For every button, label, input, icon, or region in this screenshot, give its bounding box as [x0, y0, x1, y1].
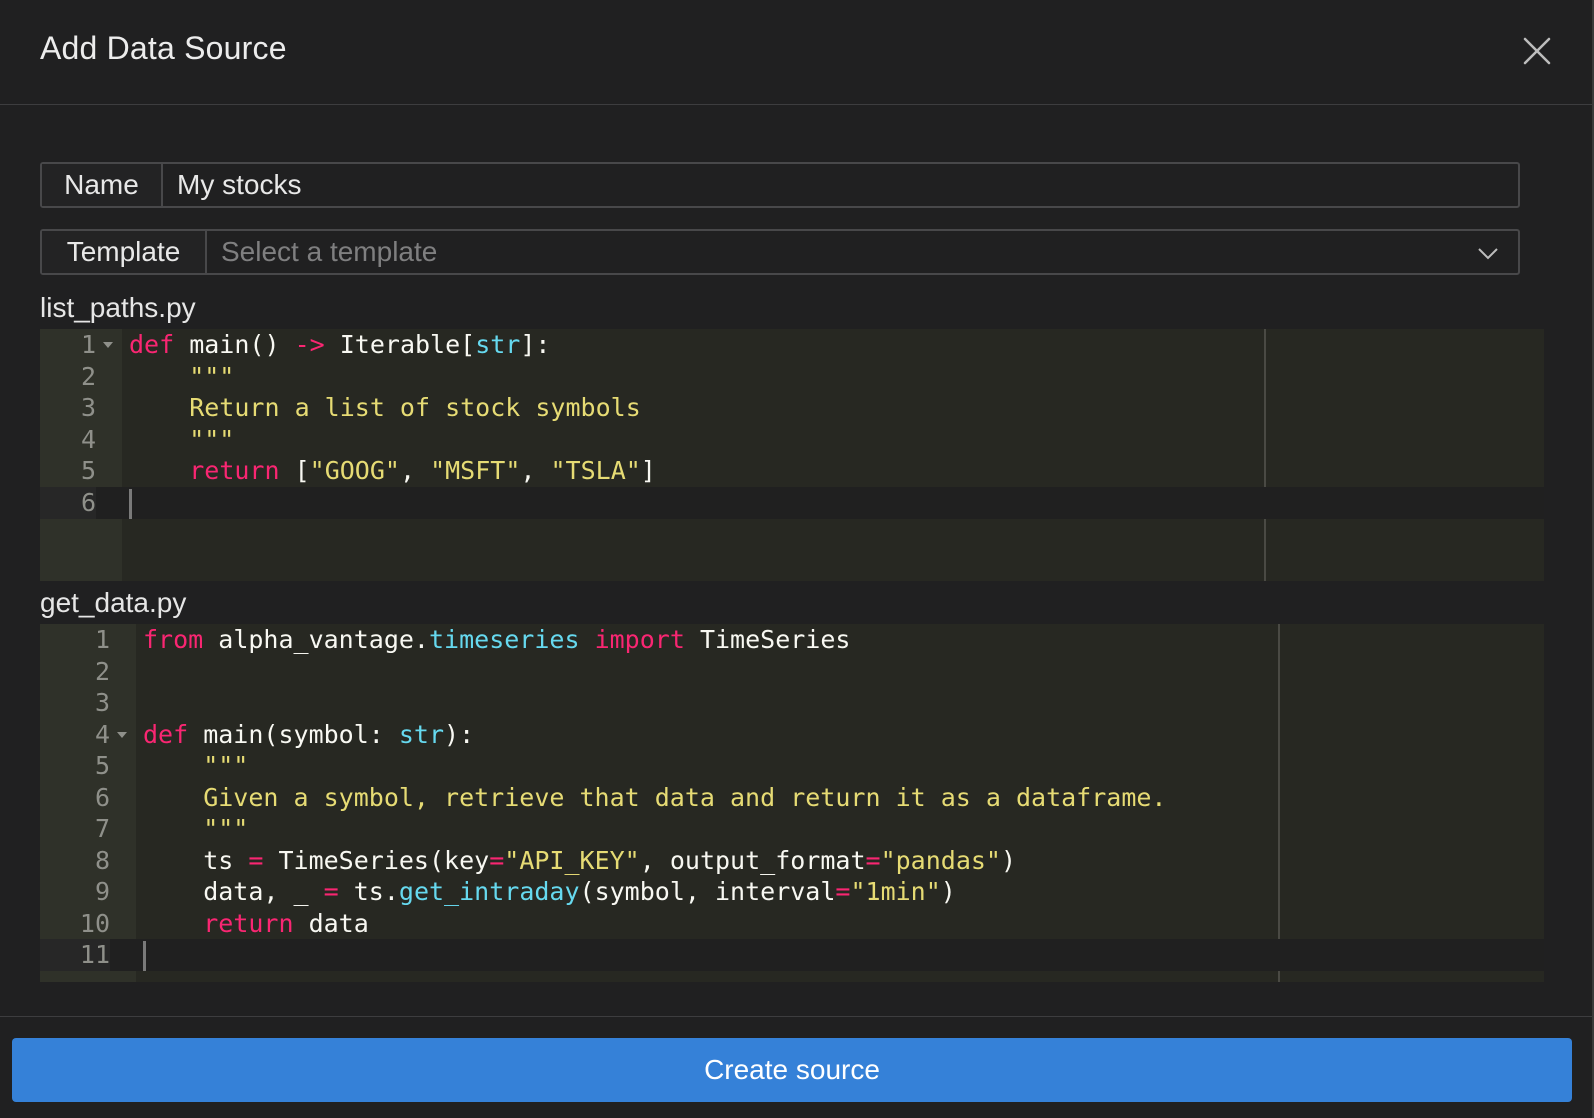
code-line: 2 [40, 656, 1544, 688]
code-line: 5 return ["GOOG", "MSFT", "TSLA"] [40, 455, 1544, 487]
name-input[interactable] [163, 164, 1518, 206]
code-line-active: 11 [40, 939, 1544, 971]
list-paths-filename: list_paths.py [40, 292, 196, 323]
code-line: 10 return data [40, 908, 1544, 940]
get-data-code-editor[interactable]: 1 from alpha_vantage.timeseries import T… [40, 624, 1544, 982]
line-number: 11 [40, 939, 110, 971]
code-line: 4 """ [40, 424, 1544, 456]
dialog-header: Add Data Source [0, 0, 1592, 105]
list-paths-code-editor[interactable]: 1 def main() -> Iterable[str]: 2 """ 3 R… [40, 329, 1544, 581]
template-select[interactable]: Select a template [207, 231, 1518, 273]
code-line: 6 Given a symbol, retrieve that data and… [40, 782, 1544, 814]
template-label: Template [42, 231, 207, 273]
code-line: 2 """ [40, 361, 1544, 393]
code-line: 9 data, _ = ts.get_intraday(symbol, inte… [40, 876, 1544, 908]
code-line: 1 from alpha_vantage.timeseries import T… [40, 624, 1544, 656]
line-number: 2 [94, 657, 110, 686]
chevron-down-icon [1478, 248, 1498, 260]
get-data-filename: get_data.py [40, 587, 187, 618]
dialog-title: Add Data Source [40, 30, 287, 66]
line-number: 6 [94, 783, 110, 812]
line-number: 5 [94, 751, 110, 780]
line-number: 10 [79, 909, 110, 938]
line-number: 1 [80, 330, 96, 359]
code-line: 7 """ [40, 813, 1544, 845]
close-icon [1523, 37, 1551, 65]
line-number: 2 [80, 362, 96, 391]
text-cursor [129, 489, 132, 519]
line-number: 4 [80, 425, 96, 454]
code-line-active: 6 [40, 487, 1544, 519]
close-button[interactable] [1520, 34, 1554, 68]
fold-arrow-icon[interactable] [117, 732, 127, 738]
name-field-group: Name [40, 162, 1520, 208]
line-number: 3 [80, 393, 96, 422]
create-source-button[interactable]: Create source [12, 1038, 1572, 1102]
add-data-source-dialog: Add Data Source Name Template Select a t… [0, 0, 1594, 1118]
line-number: 7 [94, 814, 110, 843]
code-line: 8 ts = TimeSeries(key="API_KEY", output_… [40, 845, 1544, 877]
line-number: 1 [94, 625, 110, 654]
line-number: 8 [94, 846, 110, 875]
code-line: 3 Return a list of stock symbols [40, 392, 1544, 424]
line-number: 4 [94, 720, 110, 749]
footer-divider [0, 1016, 1592, 1017]
code-line: 4 def main(symbol: str): [40, 719, 1544, 751]
template-field-group: Template Select a template [40, 229, 1520, 275]
line-number: 3 [94, 688, 110, 717]
text-cursor [143, 941, 146, 971]
code-line: 1 def main() -> Iterable[str]: [40, 329, 1544, 361]
code-line: 3 [40, 687, 1544, 719]
fold-arrow-icon[interactable] [103, 342, 113, 348]
line-number: 6 [40, 487, 96, 519]
line-number: 9 [94, 877, 110, 906]
template-placeholder: Select a template [221, 236, 438, 267]
code-line: 5 """ [40, 750, 1544, 782]
line-number: 5 [80, 456, 96, 485]
name-label: Name [42, 164, 163, 206]
